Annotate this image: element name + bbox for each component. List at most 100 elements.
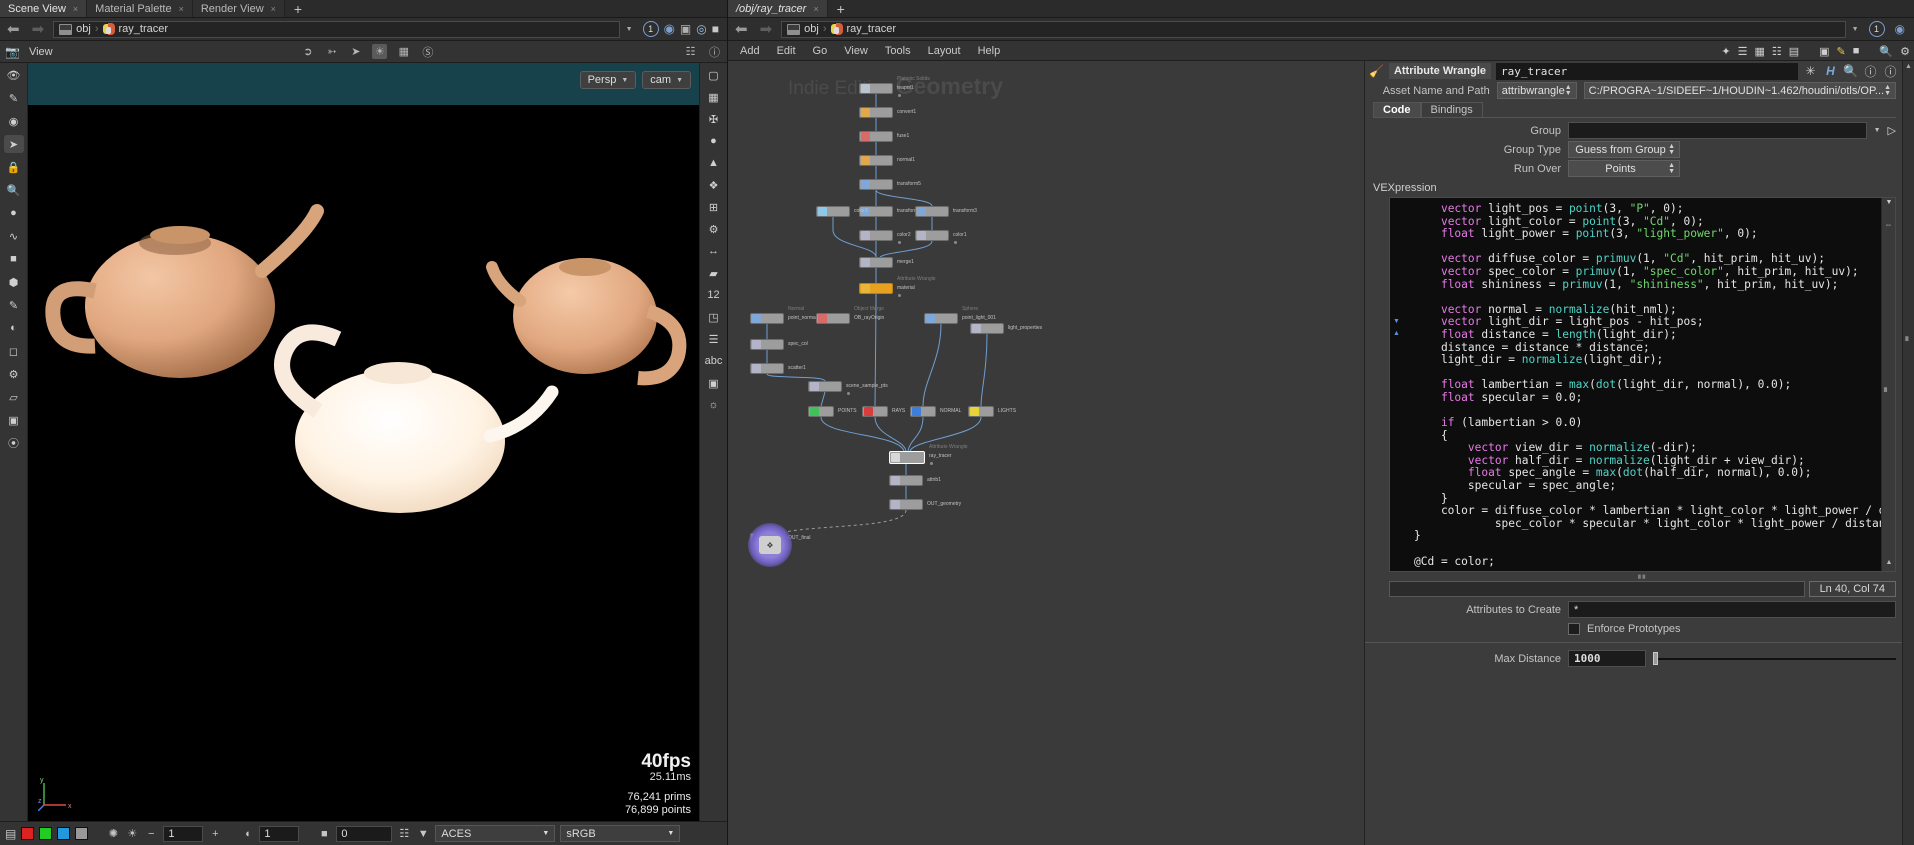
numeric-icon[interactable]: 12 (704, 286, 724, 304)
breadcrumb-root[interactable]: obj (76, 23, 91, 35)
no-display-icon[interactable]: Ⓢ (420, 44, 435, 59)
houdini-h-icon[interactable]: H (1823, 64, 1838, 78)
render-flag-icon[interactable]: ◎ (696, 22, 706, 36)
breadcrumb-root[interactable]: obj (804, 23, 819, 35)
target-icon[interactable]: ◉ (664, 21, 675, 37)
parm-node-name[interactable]: ray_tracer (1496, 62, 1798, 80)
network-node[interactable] (859, 155, 893, 166)
tab-bindings[interactable]: Bindings (1420, 102, 1483, 117)
zoom-fit-icon[interactable]: ✺ (106, 827, 120, 841)
network-node[interactable] (859, 131, 893, 142)
poly-tool-icon[interactable]: ⬢ (4, 273, 24, 291)
curve-tool-icon[interactable]: ∿ (4, 227, 24, 245)
vex-code-editor[interactable]: ▼ ▲ vector light_pos = point(3, "P", 0);… (1389, 197, 1896, 572)
measure-icon[interactable]: ↔ (704, 242, 724, 260)
tab-obj-ray-tracer[interactable]: /obj/ray_tracer × (728, 0, 828, 17)
contrast-icon[interactable]: ◖ (240, 827, 254, 841)
exposure-icon[interactable]: ☀ (125, 827, 139, 841)
node-display-flag-icon[interactable] (898, 294, 901, 297)
scroll-up-icon[interactable]: ▲ (1904, 63, 1913, 72)
exposure-value[interactable]: 1 (163, 825, 204, 842)
network-node[interactable] (816, 206, 850, 217)
output-node-blob[interactable]: ❖ (748, 523, 792, 567)
light-icon[interactable]: ☼ (704, 396, 724, 414)
soft-tool-icon[interactable]: ◐ (4, 319, 24, 337)
uv-tool-icon[interactable]: ▣ (4, 411, 24, 429)
node-display-flag-icon[interactable] (898, 94, 901, 97)
snap-grid-icon[interactable]: ✠ (704, 110, 724, 128)
search-icon[interactable]: 🔍 (1843, 64, 1858, 78)
back-arrow-icon[interactable]: ⬅ (4, 20, 23, 38)
text-icon[interactable]: abc (704, 352, 724, 370)
forward-arrow-icon[interactable]: ➡ (757, 20, 776, 38)
network-node[interactable] (750, 313, 784, 324)
shading-mode-icon[interactable]: ☀ (372, 44, 388, 59)
image-icon[interactable]: ▣ (704, 374, 724, 392)
panel-icon[interactable]: ▦ (1754, 45, 1764, 58)
snapshot-icon[interactable]: ▣ (1819, 45, 1829, 58)
wand-icon[interactable]: ✦ (1721, 45, 1730, 58)
network-node[interactable] (968, 406, 994, 417)
group-pick-icon[interactable]: ▷ (1888, 124, 1896, 137)
network-node[interactable] (915, 230, 949, 241)
network-node[interactable] (862, 406, 888, 417)
menu-view[interactable]: View (844, 45, 868, 57)
scroll-up-icon[interactable]: ▼ (1883, 199, 1895, 208)
ruler-icon[interactable]: ☰ (704, 330, 724, 348)
paint-tool-icon[interactable]: ✎ (4, 89, 24, 107)
menu-help[interactable]: Help (978, 45, 1001, 57)
max-distance-input[interactable]: 1000 (1568, 650, 1646, 667)
display-flag-icon[interactable]: ▣ (680, 22, 691, 36)
misc-tool-icon[interactable]: ⦿ (4, 434, 24, 452)
forward-arrow-icon[interactable]: ➡ (29, 20, 48, 38)
menu-layout[interactable]: Layout (928, 45, 961, 57)
enforce-prototypes-checkbox[interactable] (1568, 622, 1580, 635)
color-icon[interactable]: ■ (1853, 45, 1860, 57)
tab-close-icon[interactable]: × (813, 4, 818, 14)
axis-align-icon[interactable]: ⊞ (704, 198, 724, 216)
fold-marker-down-icon[interactable]: ▼ (1393, 318, 1400, 325)
network-node[interactable] (816, 313, 850, 324)
red-channel-swatch[interactable] (21, 827, 35, 840)
network-node[interactable] (859, 257, 893, 268)
node-display-flag-icon[interactable] (898, 241, 901, 244)
network-node[interactable] (924, 313, 958, 324)
breadcrumb-dropdown-icon[interactable]: ▼ (626, 26, 637, 33)
tab-close-icon[interactable]: × (271, 4, 276, 14)
lut-dropdown-icon[interactable]: ▼ (416, 827, 430, 841)
network-node[interactable] (859, 179, 893, 190)
code-resize-handle[interactable]: ▖▖ (1389, 572, 1896, 579)
lock-icon[interactable]: 🔒 (4, 158, 24, 176)
search-icon[interactable]: 🔍 (1879, 45, 1893, 58)
view-menu-label[interactable]: View (29, 46, 53, 58)
scroll-down-icon[interactable]: ▲ (1884, 559, 1894, 569)
paint-bucket-icon[interactable]: ■ (4, 250, 24, 268)
new-tab-button[interactable]: + (285, 0, 311, 17)
code-vertical-scrollbar[interactable]: ▼ ⇔ ▲ ▖ (1881, 198, 1895, 571)
gear-tool-icon[interactable]: ⚙ (4, 365, 24, 383)
sphere-prim-icon[interactable]: ● (4, 204, 24, 222)
tab-code[interactable]: Code (1373, 102, 1421, 117)
deform-tool-icon[interactable]: ◻ (4, 342, 24, 360)
network-node[interactable] (970, 323, 1004, 334)
alpha-channel-swatch[interactable] (75, 827, 89, 840)
edit-tool-icon[interactable]: ✎ (4, 296, 24, 314)
model-tool-icon[interactable]: ▱ (4, 388, 24, 406)
asset-name-select[interactable]: attribwrangle ▲ ▼ (1496, 82, 1577, 99)
network-node[interactable] (889, 451, 925, 464)
breadcrumb-dropdown-icon[interactable]: ▼ (1852, 26, 1863, 33)
code-expand-icon[interactable]: ⇔ (1884, 220, 1893, 229)
help-icon[interactable]: ⓘ (1883, 63, 1898, 80)
grid-toggle-icon[interactable]: ▦ (704, 88, 724, 106)
network-node[interactable] (750, 339, 784, 350)
asset-path-select[interactable]: C:/PROGRA~1/SIDEEF~1/HOUDIN~1.462/houdin… (1583, 82, 1896, 99)
material-tool-icon[interactable]: ◉ (4, 112, 24, 130)
breadcrumb-node[interactable]: ray_tracer (847, 23, 897, 35)
fold-marker-up-icon[interactable]: ▲ (1393, 330, 1400, 337)
menu-go[interactable]: Go (813, 45, 828, 57)
construct-plane-icon[interactable]: ▰ (704, 264, 724, 282)
note-icon[interactable]: ✎ (1837, 45, 1846, 58)
contrast-value[interactable]: 1 (259, 825, 300, 842)
menu-add[interactable]: Add (740, 45, 760, 57)
display-options-icon[interactable]: ▦ (396, 44, 411, 59)
